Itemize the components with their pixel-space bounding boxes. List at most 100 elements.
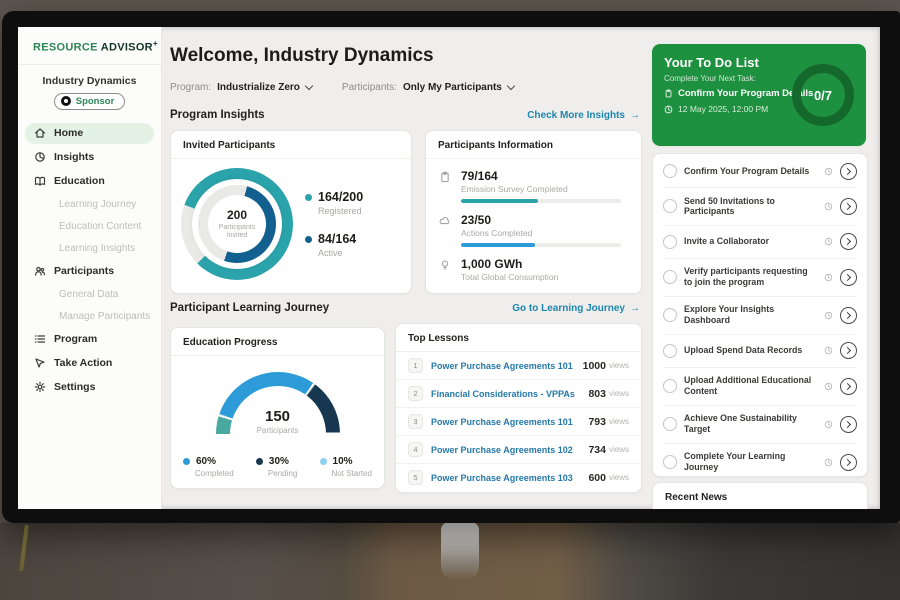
lesson-link[interactable]: Power Purchase Agreements 103 xyxy=(431,473,588,483)
participants-information-card: Participants Information 79/164 Emission… xyxy=(425,130,642,294)
action-cursor-icon xyxy=(33,357,46,370)
sidebar-item-general-data[interactable]: General Data xyxy=(25,285,154,304)
task-chevron-button[interactable] xyxy=(840,378,857,395)
task-chevron-button[interactable] xyxy=(840,342,857,359)
clock-icon xyxy=(824,167,833,176)
sidebar-item-home[interactable]: Home xyxy=(25,123,154,144)
task-chevron-button[interactable] xyxy=(840,269,857,286)
lesson-link[interactable]: Financial Considerations - VPPAs xyxy=(431,389,588,399)
task-checkbox[interactable] xyxy=(663,308,677,322)
invited-participants-card: Invited Participants 200 Participants In… xyxy=(170,130,412,294)
card-title: Top Lessons xyxy=(396,324,641,352)
recent-news-card: Recent News xyxy=(652,482,868,509)
lesson-row: 5 Power Purchase Agreements 103 600 view… xyxy=(396,464,641,491)
education-gauge-chart: 150 Participants xyxy=(216,372,340,436)
task-checkbox[interactable] xyxy=(663,455,677,469)
task-item[interactable]: Upload Spend Data Records xyxy=(663,335,857,368)
task-checkbox[interactable] xyxy=(663,270,677,284)
task-item[interactable]: Explore Your Insights Dashboard xyxy=(663,297,857,335)
task-item[interactable]: Achieve One Sustainability Target xyxy=(663,406,857,444)
gauge-center-label: Participants xyxy=(216,426,340,435)
legend-active: 84/164 Active xyxy=(305,232,363,258)
education-progress-card: Education Progress 150 Participants 60% … xyxy=(170,327,385,489)
todo-progress-ring: 0/7 xyxy=(792,64,854,126)
sponsor-icon xyxy=(61,96,71,106)
lesson-rank: 3 xyxy=(408,414,423,429)
sidebar-item-take-action[interactable]: Take Action xyxy=(25,353,154,374)
check-more-insights-link[interactable]: Check More Insights → xyxy=(527,110,640,121)
task-chevron-button[interactable] xyxy=(840,307,857,324)
sidebar-item-learning-journey[interactable]: Learning Journey xyxy=(25,195,154,214)
legend-dot-registered xyxy=(305,194,312,201)
task-checkbox[interactable] xyxy=(663,344,677,358)
task-item[interactable]: Confirm Your Program Details xyxy=(663,155,857,188)
lesson-row: 3 Power Purchase Agreements 101 793 view… xyxy=(396,408,641,436)
recent-news-title: Recent News xyxy=(653,483,867,509)
task-chevron-button[interactable] xyxy=(840,416,857,433)
task-chevron-button[interactable] xyxy=(840,163,857,180)
sidebar-item-manage-participants[interactable]: Manage Participants xyxy=(25,307,154,326)
task-item[interactable]: Upload Additional Educational Content xyxy=(663,368,857,406)
clock-icon xyxy=(824,237,833,246)
progress-fill-survey xyxy=(461,199,538,203)
filter-bar: Program: Industrialize Zero Participants… xyxy=(170,82,514,93)
card-title: Invited Participants xyxy=(171,131,411,159)
chevron-down-icon xyxy=(305,82,313,90)
participants-dropdown[interactable]: Participants: Only My Participants xyxy=(342,82,514,93)
sidebar-item-education[interactable]: Education xyxy=(25,171,154,192)
todo-datetime: 12 May 2025, 12:00 PM xyxy=(678,104,768,114)
task-item[interactable]: Complete Your Learning Journey xyxy=(663,444,857,477)
task-item[interactable]: Verify participants requesting to join t… xyxy=(663,259,857,297)
metric-consumption: 1,000 GWh Total Global Consumption xyxy=(438,257,629,282)
task-item[interactable]: Send 50 Invitations to Participants xyxy=(663,188,857,226)
program-label: Program: xyxy=(170,82,211,93)
program-value: Industrialize Zero xyxy=(217,82,300,93)
task-list: Confirm Your Program DetailsSend 50 Invi… xyxy=(653,154,867,477)
arrow-right-icon: → xyxy=(630,303,640,314)
todo-task-list-card: Confirm Your Program DetailsSend 50 Invi… xyxy=(652,153,868,477)
clock-icon xyxy=(824,458,833,467)
sponsor-badge[interactable]: Sponsor xyxy=(54,93,126,110)
users-icon xyxy=(33,265,46,278)
task-chevron-button[interactable] xyxy=(840,198,857,215)
sidebar-item-settings[interactable]: Settings xyxy=(25,377,154,398)
task-chevron-button[interactable] xyxy=(840,454,857,471)
clock-icon xyxy=(824,420,833,429)
sponsor-label: Sponsor xyxy=(76,96,115,107)
task-checkbox[interactable] xyxy=(663,379,677,393)
sidebar-item-program[interactable]: Program xyxy=(25,329,154,350)
lesson-link[interactable]: Power Purchase Agreements 101 xyxy=(431,417,588,427)
brand-advisor: ADVISOR xyxy=(101,42,153,54)
task-checkbox[interactable] xyxy=(663,164,677,178)
task-chevron-button[interactable] xyxy=(840,233,857,250)
arrow-right-icon: → xyxy=(630,110,640,121)
chevron-down-icon xyxy=(507,82,515,90)
sidebar-item-participants[interactable]: Participants xyxy=(25,261,154,282)
dashboard-screen: RESOURCE ADVISOR+ Industry Dynamics Spon… xyxy=(18,27,880,509)
lesson-rank: 1 xyxy=(408,358,423,373)
program-dropdown[interactable]: Program: Industrialize Zero xyxy=(170,82,312,93)
sidebar-item-insights[interactable]: Insights xyxy=(25,147,154,168)
sidebar-item-education-content[interactable]: Education Content xyxy=(25,217,154,236)
lesson-rank: 4 xyxy=(408,442,423,457)
card-title: Participants Information xyxy=(426,131,641,159)
go-to-learning-journey-link[interactable]: Go to Learning Journey → xyxy=(512,303,640,314)
progress-fill-actions xyxy=(461,243,535,247)
task-checkbox[interactable] xyxy=(663,199,677,213)
lesson-row: 2 Financial Considerations - VPPAs 803 v… xyxy=(396,380,641,408)
clipboard-icon xyxy=(438,169,452,203)
bulb-icon xyxy=(438,257,452,282)
task-item[interactable]: Invite a Collaborator xyxy=(663,226,857,259)
clock-icon xyxy=(824,273,833,282)
task-checkbox[interactable] xyxy=(663,417,677,431)
lesson-link[interactable]: Power Purchase Agreements 102 xyxy=(431,445,588,455)
learning-journey-header: Participant Learning Journey Go to Learn… xyxy=(170,302,640,314)
task-checkbox[interactable] xyxy=(663,235,677,249)
sidebar-item-learning-insights[interactable]: Learning Insights xyxy=(25,239,154,258)
gauge-center-value: 150 xyxy=(216,408,340,425)
lesson-link[interactable]: Power Purchase Agreements 101 xyxy=(431,361,583,371)
clock-icon xyxy=(824,202,833,211)
clock-icon xyxy=(664,105,673,114)
clipboard-icon xyxy=(664,89,673,98)
sidebar-program-name: Industry Dynamics xyxy=(18,75,161,87)
